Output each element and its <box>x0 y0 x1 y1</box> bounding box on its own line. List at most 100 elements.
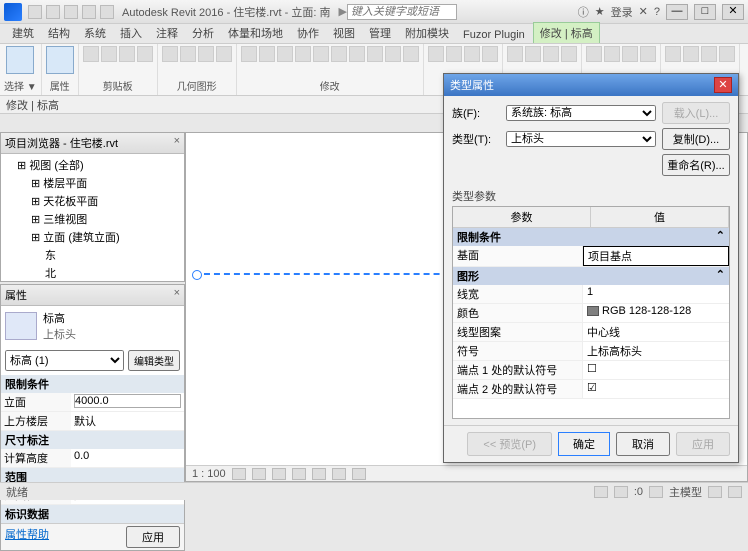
cancel-button[interactable]: 取消 <box>616 432 670 456</box>
ribbon-button-icon[interactable] <box>640 46 656 62</box>
view-icon[interactable] <box>332 468 346 480</box>
ribbon-button-icon[interactable] <box>586 46 602 62</box>
ribbon-tab[interactable]: 注释 <box>150 23 184 43</box>
tree-item[interactable]: ⊞ 视图 (全部) <box>3 156 182 174</box>
ribbon-button-icon[interactable] <box>331 46 347 62</box>
maximize-button[interactable]: □ <box>694 4 716 20</box>
ribbon-button-icon[interactable] <box>701 46 717 62</box>
status-icon[interactable] <box>649 486 663 498</box>
prop-value[interactable]: 0.0 <box>71 449 184 467</box>
grid-row[interactable]: 线宽1 <box>453 285 729 304</box>
status-icon[interactable] <box>594 486 608 498</box>
tree-item[interactable]: ⊞ 三维视图 <box>3 210 182 228</box>
duplicate-button[interactable]: 复制(D)... <box>662 128 730 150</box>
ribbon-tab[interactable]: Fuzor Plugin <box>457 27 531 43</box>
close-icon[interactable]: × <box>174 287 180 303</box>
grid-row[interactable]: 线型图案中心线 <box>453 323 729 342</box>
view-icon[interactable] <box>292 468 306 480</box>
ribbon-button-icon[interactable] <box>428 46 444 62</box>
ribbon-button-icon[interactable] <box>259 46 275 62</box>
ribbon-button-icon[interactable] <box>622 46 638 62</box>
ribbon-button-icon[interactable] <box>507 46 523 62</box>
ok-button[interactable]: 确定 <box>558 432 610 456</box>
props-row[interactable]: 计算高度0.0 <box>1 449 184 468</box>
ribbon-button-icon[interactable] <box>719 46 735 62</box>
view-icon[interactable] <box>352 468 366 480</box>
edit-type-button[interactable]: 编辑类型 <box>128 350 180 371</box>
props-row[interactable]: 立面 <box>1 393 184 412</box>
ribbon-button-icon[interactable] <box>101 46 117 62</box>
grid-row[interactable]: 符号上标高标头 <box>453 342 729 361</box>
tree-item[interactable]: ⊞ 楼层平面 <box>3 174 182 192</box>
qat-button[interactable] <box>46 5 60 19</box>
help-search-input[interactable] <box>347 4 457 20</box>
ribbon-button-icon[interactable] <box>403 46 419 62</box>
grid-section-header[interactable]: 图形⌃ <box>453 267 729 285</box>
view-icon[interactable] <box>232 468 246 480</box>
status-icon[interactable] <box>728 486 742 498</box>
info-icon[interactable]: ⓘ <box>578 4 589 20</box>
grid-row[interactable]: 端点 1 处的默认符号☐ <box>453 361 729 380</box>
load-button[interactable]: 载入(L)... <box>662 102 730 124</box>
prop-input[interactable] <box>74 394 181 408</box>
star-icon[interactable]: ★ <box>595 5 605 18</box>
type-selector[interactable]: 标高 (1) <box>5 350 124 371</box>
dialog-close-button[interactable]: ✕ <box>714 77 732 93</box>
grid-row[interactable]: 端点 2 处的默认符号☑ <box>453 380 729 399</box>
ribbon-button-icon[interactable] <box>665 46 681 62</box>
ribbon-button-icon[interactable] <box>367 46 383 62</box>
ribbon-button-icon[interactable] <box>349 46 365 62</box>
qat-button[interactable] <box>28 5 42 19</box>
ribbon-tab[interactable]: 结构 <box>42 23 76 43</box>
grid-section-header[interactable]: 限制条件⌃ <box>453 228 729 246</box>
exchange-icon[interactable]: ✕ <box>639 5 648 18</box>
dialog-titlebar[interactable]: 类型属性 ✕ <box>444 74 738 96</box>
apply-button[interactable]: 应用 <box>126 526 180 548</box>
ribbon-button-icon[interactable] <box>561 46 577 62</box>
ribbon-button-icon[interactable] <box>241 46 257 62</box>
ribbon-button-icon[interactable] <box>198 46 214 62</box>
qat-button[interactable] <box>64 5 78 19</box>
type-select[interactable]: 上标头 <box>506 131 656 147</box>
rename-button[interactable]: 重命名(R)... <box>662 154 730 176</box>
ribbon-button-icon[interactable] <box>313 46 329 62</box>
param-value[interactable]: ☐ <box>583 361 729 379</box>
prop-value[interactable]: 默认 <box>71 412 184 430</box>
params-grid[interactable]: 参数 值 限制条件⌃基面项目基点图形⌃线宽1颜色RGB 128-128-128线… <box>452 206 730 419</box>
ribbon-button-icon[interactable] <box>137 46 153 62</box>
param-value[interactable]: 中心线 <box>583 323 729 341</box>
props-group-header[interactable]: 标识数据 <box>1 505 184 523</box>
tree-item[interactable]: ⊞ 天花板平面 <box>3 192 182 210</box>
view-icon[interactable] <box>312 468 326 480</box>
dialog-apply-button[interactable]: 应用 <box>676 432 730 456</box>
qat-button[interactable] <box>82 5 96 19</box>
ribbon-button-icon[interactable] <box>385 46 401 62</box>
scale-label[interactable]: 1 : 100 <box>192 468 226 480</box>
ribbon-button-icon[interactable] <box>216 46 232 62</box>
ribbon-button-icon[interactable] <box>295 46 311 62</box>
ribbon-tab[interactable]: 系统 <box>78 23 112 43</box>
grid-row[interactable]: 颜色RGB 128-128-128 <box>453 304 729 323</box>
param-value[interactable]: RGB 128-128-128 <box>583 304 729 322</box>
help-icon[interactable]: ? <box>654 6 660 18</box>
ribbon-button-icon[interactable] <box>446 46 462 62</box>
ribbon-button-icon[interactable] <box>604 46 620 62</box>
ribbon-button-icon[interactable] <box>482 46 498 62</box>
tree-item[interactable]: 北 <box>3 264 182 281</box>
ribbon-tab[interactable]: 体量和场地 <box>222 23 289 43</box>
param-value[interactable]: 上标高标头 <box>583 342 729 360</box>
ribbon-button-icon[interactable] <box>119 46 135 62</box>
close-button[interactable]: ✕ <box>722 4 744 20</box>
tree-item[interactable]: 东 <box>3 246 182 264</box>
minimize-button[interactable]: — <box>666 4 688 20</box>
ribbon-tab[interactable]: 协作 <box>291 23 325 43</box>
param-value[interactable]: ☑ <box>583 380 729 398</box>
close-icon[interactable]: × <box>174 135 180 151</box>
ribbon-tab[interactable]: 分析 <box>186 23 220 43</box>
ribbon-button-icon[interactable] <box>162 46 178 62</box>
project-tree[interactable]: ⊞ 视图 (全部)⊞ 楼层平面⊞ 天花板平面⊞ 三维视图⊞ 立面 (建筑立面)东… <box>1 154 184 281</box>
ribbon-tab[interactable]: 管理 <box>363 23 397 43</box>
view-icon[interactable] <box>252 468 266 480</box>
ribbon-button-icon[interactable] <box>464 46 480 62</box>
ribbon-button-icon[interactable] <box>525 46 541 62</box>
